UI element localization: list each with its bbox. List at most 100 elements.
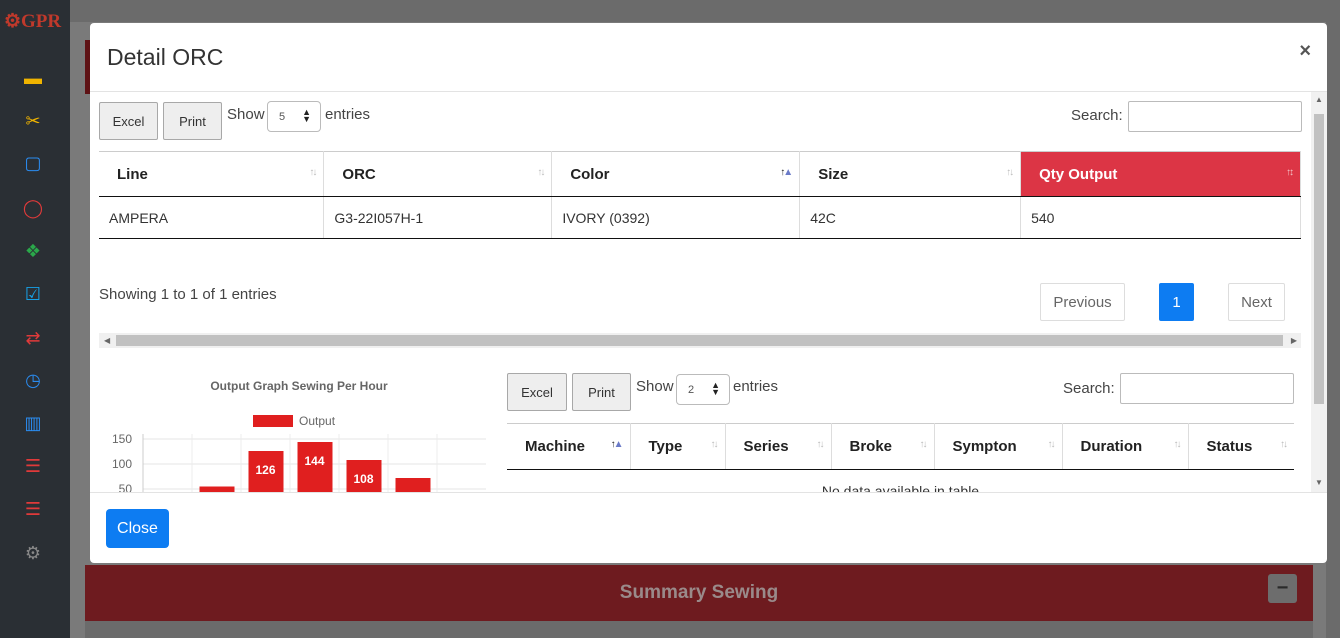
output-chart: Output Graph Sewing Per Hour Output 150 100… <box>100 362 492 492</box>
sort-icon: ↑↓ <box>919 439 928 450</box>
cell-orc: G3-22I057H-1 <box>323 196 553 239</box>
chart-svg: Output Graph Sewing Per Hour Output 150 100… <box>112 379 486 492</box>
close-icon[interactable]: × <box>1299 40 1311 63</box>
scroll-down-icon[interactable]: ▼ <box>1315 478 1323 487</box>
entries-label: entries <box>325 106 371 123</box>
sort-asc-icon: ↑▲ <box>610 439 624 450</box>
sort-icon: ↑↓ <box>816 439 825 450</box>
checkbox-icon[interactable]: ☑ <box>20 281 46 307</box>
app-logo[interactable]: ⚙GPR <box>4 10 61 33</box>
print-button-2[interactable]: Print <box>572 373 631 411</box>
entries-label-2: entries <box>733 378 779 395</box>
collapse-button[interactable]: − <box>1268 574 1297 603</box>
cell-size: 42C <box>799 196 1022 239</box>
orc-table: Line ↑↓ ORC ↑↓ Color ↑▲ Size ↑↓ Qty Output ↑↕… <box>99 151 1301 239</box>
detail-orc-modal: Detail ORC × Excel Print Show 5 ▲ ▼ entri… <box>90 23 1327 563</box>
close-button[interactable]: Close <box>106 509 169 548</box>
sort-icon: ↑↓ <box>309 167 317 178</box>
circle-icon[interactable]: ◯ <box>20 195 46 221</box>
sort-icon: ↑↓ <box>537 167 545 178</box>
entries-select-2[interactable]: 2 ▲ ▼ <box>676 374 730 405</box>
table-row[interactable]: AMPERA G3-22I057H-1 IVORY (0392) 42C 540 <box>99 196 1301 239</box>
table-info: Showing 1 to 1 of 1 entries <box>99 286 277 303</box>
scrollbar-thumb[interactable] <box>1314 114 1324 404</box>
sort-updown-icon: ▲ ▼ <box>302 107 311 124</box>
breakdown-table: Machine ↑▲ Type ↑↓ Series ↑↓ Broke ↑↓ Sympto… <box>507 423 1294 492</box>
scrollbar-thumb[interactable] <box>116 335 1283 346</box>
entries-select-value-2: 2 <box>688 383 695 396</box>
sort-asc-icon: ↑▲ <box>780 167 793 178</box>
sort-icon: ↑↓ <box>1006 167 1014 178</box>
list-icon[interactable]: ☰ <box>20 453 46 479</box>
sort-icon: ↑↓ <box>1280 439 1288 450</box>
scroll-up-icon[interactable]: ▲ <box>1315 95 1323 104</box>
vertical-scrollbar[interactable]: ▲ ▼ <box>1311 92 1327 492</box>
column-header-sympton[interactable]: Sympton ↑↓ <box>934 423 1063 470</box>
modal-footer: Close <box>90 492 1327 563</box>
empty-table-message: No data available in table <box>507 469 1294 492</box>
column-header-status[interactable]: Status ↑↓ <box>1188 423 1294 470</box>
page-header-backdrop <box>70 0 1340 22</box>
scroll-left-icon[interactable]: ◀ <box>104 336 110 345</box>
summary-sewing-title: Summary Sewing <box>619 582 779 603</box>
cell-qty-output: 540 <box>1020 196 1301 239</box>
modal-body: Excel Print Show 5 ▲ ▼ entries Search: Li… <box>90 92 1327 492</box>
column-header-orc[interactable]: ORC ↑↓ <box>323 151 553 197</box>
print-button[interactable]: Print <box>163 102 222 140</box>
list-alt-icon[interactable]: ☰ <box>20 496 46 522</box>
column-header-qty-output[interactable]: Qty Output ↑↕ <box>1020 151 1301 197</box>
sort-icon: ↑↓ <box>1173 439 1182 450</box>
show-label: Show <box>227 106 265 123</box>
column-header-duration[interactable]: Duration ↑↓ <box>1062 423 1189 470</box>
clock-icon[interactable]: ◷ <box>20 367 46 393</box>
column-header-type[interactable]: Type ↑↓ <box>630 423 726 470</box>
next-page-button[interactable]: Next <box>1228 283 1285 321</box>
column-header-color[interactable]: Color ↑▲ <box>551 151 801 197</box>
sort-updown-icon: ▲ ▼ <box>711 380 720 397</box>
sort-icon: ↑↓ <box>710 439 719 450</box>
search-input-2[interactable] <box>1120 373 1294 404</box>
column-header-series[interactable]: Series ↑↓ <box>725 423 832 470</box>
legend-swatch <box>253 415 293 427</box>
horizontal-scrollbar[interactable]: ◀ ▶ <box>99 333 1301 348</box>
cell-color: IVORY (0392) <box>551 196 801 239</box>
y-tick-label: 100 <box>112 457 132 471</box>
entries-select[interactable]: 5 ▲ ▼ <box>267 101 321 132</box>
sort-icon: ↑↓ <box>1047 439 1056 450</box>
column-header-machine[interactable]: Machine ↑▲ <box>507 423 631 470</box>
show-label-2: Show <box>636 378 674 395</box>
y-tick-label: 50 <box>119 482 133 492</box>
search-label: Search: <box>1071 107 1123 124</box>
sort-icon: ↑↕ <box>1286 167 1294 178</box>
page-backdrop-right <box>1326 0 1340 638</box>
column-header-size[interactable]: Size ↑↓ <box>799 151 1022 197</box>
column-header-line[interactable]: Line ↑↓ <box>99 151 325 197</box>
scissors-icon[interactable]: ✂ <box>20 108 46 134</box>
square-icon[interactable]: ▢ <box>20 150 46 176</box>
barcode-icon[interactable]: ▥ <box>20 410 46 436</box>
briefcase-icon[interactable]: ▬ <box>20 65 46 91</box>
legend-label: Output <box>299 414 336 428</box>
exchange-icon[interactable]: ⇄ <box>20 325 46 351</box>
gears-icon[interactable]: ⚙ <box>20 540 46 566</box>
entries-select-value: 5 <box>279 110 286 123</box>
sidebar: ⚙GPR ▬ ✂ ▢ ◯ ❖ ☑ ⇄ ◷ ▥ ☰ ☰ ⚙ <box>0 0 70 638</box>
bar-data-label: 126 <box>255 463 275 477</box>
column-header-broke[interactable]: Broke ↑↓ <box>831 423 935 470</box>
search-input[interactable] <box>1128 101 1302 132</box>
excel-button-2[interactable]: Excel <box>507 373 567 411</box>
modal-header: Detail ORC × <box>90 23 1327 92</box>
bar-data-label: 108 <box>353 472 373 486</box>
search-label-2: Search: <box>1063 380 1115 397</box>
cell-line: AMPERA <box>99 196 325 239</box>
excel-button[interactable]: Excel <box>99 102 158 140</box>
page-backdrop-bottom <box>85 621 1313 638</box>
bar-data-label: 144 <box>304 454 324 468</box>
page-1-button[interactable]: 1 <box>1159 283 1194 321</box>
previous-page-button[interactable]: Previous <box>1040 283 1125 321</box>
scroll-right-icon[interactable]: ▶ <box>1291 336 1297 345</box>
summary-sewing-card-header: Summary Sewing − <box>85 565 1313 621</box>
y-tick-label: 150 <box>112 432 132 446</box>
modal-title: Detail ORC <box>107 44 224 70</box>
cubes-icon[interactable]: ❖ <box>20 238 46 264</box>
